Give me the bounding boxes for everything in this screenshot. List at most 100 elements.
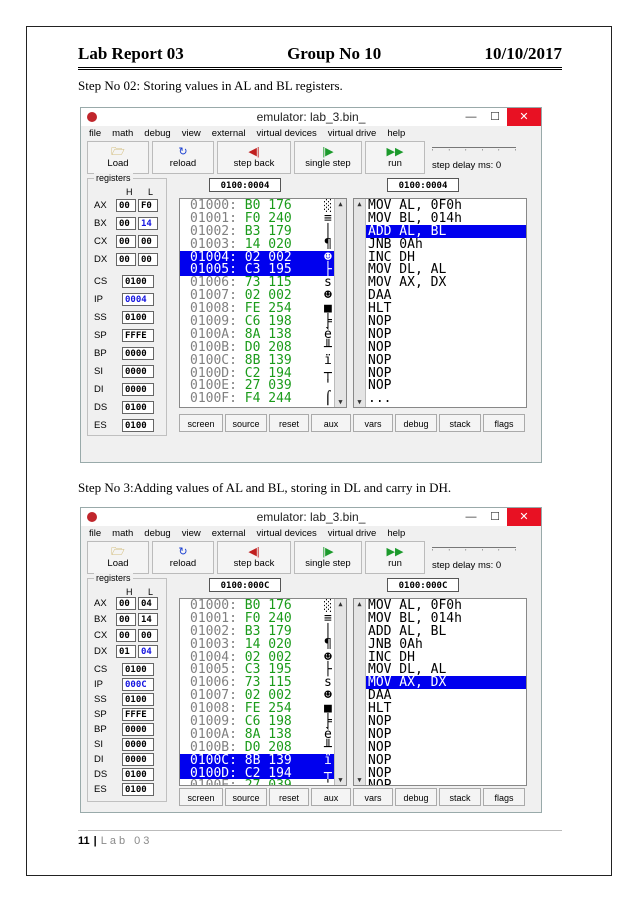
reg-ip[interactable]: 0004 <box>122 293 154 306</box>
scroll-up-icon[interactable]: ▲ <box>354 200 365 208</box>
reg-ip[interactable]: 000C <box>122 678 154 691</box>
flags-button[interactable]: flags <box>483 414 525 432</box>
menu-virtual-drive[interactable]: virtual drive <box>328 528 377 539</box>
reset-button[interactable]: reset <box>269 414 309 432</box>
reg-ax-high[interactable]: 00 <box>116 199 136 212</box>
disassembly-address-field[interactable]: 0100:0004 <box>387 178 459 192</box>
reg-es[interactable]: 0100 <box>122 783 154 796</box>
memory-address-field[interactable]: 0100:0004 <box>209 178 281 192</box>
reset-button[interactable]: reset <box>269 788 309 806</box>
disassembly-row[interactable]: NOP <box>358 315 526 328</box>
screen-button[interactable]: screen <box>179 788 223 806</box>
menu-virtual-devices[interactable]: virtual devices <box>257 128 317 139</box>
run-button[interactable]: ▶▶ run <box>365 541 425 574</box>
reg-cx-low[interactable]: 00 <box>138 235 158 248</box>
disassembly-row[interactable]: MOV BL, 014h <box>358 612 526 625</box>
reg-si[interactable]: 0000 <box>122 738 154 751</box>
vars-button[interactable]: vars <box>353 414 393 432</box>
reg-di[interactable]: 0000 <box>122 383 154 396</box>
aux-button[interactable]: aux <box>311 414 351 432</box>
memory-scrollbar[interactable]: ▲ ▼ <box>334 199 346 407</box>
reg-ax-high[interactable]: 00 <box>116 597 136 610</box>
stack-button[interactable]: stack <box>439 788 481 806</box>
memory-pane[interactable]: 01000: B0 176 ░ 01001: F0 240 ≡ 01002: B3 17… <box>179 198 347 408</box>
menu-debug[interactable]: debug <box>144 128 170 139</box>
reg-ax-low[interactable]: 04 <box>138 597 158 610</box>
stack-button[interactable]: stack <box>439 414 481 432</box>
minimize-button[interactable]: — <box>459 508 483 526</box>
disassembly-row[interactable]: JNB 0Ah <box>358 238 526 251</box>
step-delay-slider[interactable]: ' ' ' ' ' ' step delay ms: 0 <box>428 141 520 174</box>
disassembly-row[interactable]: NOP <box>358 754 526 767</box>
reg-dx-low[interactable]: 04 <box>138 645 158 658</box>
disassembly-row[interactable]: MOV AL, 0F0h <box>358 599 526 612</box>
load-button[interactable]: 🗁 Load <box>87 141 149 174</box>
aux-button[interactable]: aux <box>311 788 351 806</box>
load-button[interactable]: 🗁 Load <box>87 541 149 574</box>
menu-virtual-drive[interactable]: virtual drive <box>328 128 377 139</box>
reg-bx-high[interactable]: 00 <box>116 217 136 230</box>
scroll-down-icon[interactable]: ▼ <box>335 776 346 784</box>
disassembly-row[interactable]: ADD AL, BL <box>358 224 526 238</box>
scroll-up-icon[interactable]: ▲ <box>335 200 346 208</box>
reg-es[interactable]: 0100 <box>122 419 154 432</box>
scroll-down-icon[interactable]: ▼ <box>354 398 365 406</box>
single-step-button[interactable]: |▶ single step <box>294 141 362 174</box>
disassembly-scrollbar[interactable]: ▲ ▼ <box>354 599 366 785</box>
memory-row[interactable]: 0100E: 27 039 ' <box>180 779 346 785</box>
menu-view[interactable]: view <box>182 128 201 139</box>
menu-help[interactable]: help <box>387 128 405 139</box>
disassembly-row[interactable]: MOV BL, 014h <box>358 212 526 225</box>
disassembly-row[interactable]: NOP <box>358 354 526 367</box>
reg-ax-low[interactable]: F0 <box>138 199 158 212</box>
disassembly-row[interactable]: MOV AL, 0F0h <box>358 199 526 212</box>
menu-file[interactable]: file <box>89 528 101 539</box>
reg-di[interactable]: 0000 <box>122 753 154 766</box>
scroll-up-icon[interactable]: ▲ <box>335 600 346 608</box>
reg-cx-high[interactable]: 00 <box>116 629 136 642</box>
minimize-button[interactable]: — <box>459 108 483 126</box>
reg-cx-high[interactable]: 00 <box>116 235 136 248</box>
disassembly-address-field[interactable]: 0100:000C <box>387 578 459 592</box>
memory-address-field[interactable]: 0100:000C <box>209 578 281 592</box>
reg-ss[interactable]: 0100 <box>122 311 154 324</box>
maximize-button[interactable]: ☐ <box>483 508 507 526</box>
disassembly-row[interactable]: NOP <box>358 779 526 785</box>
single-step-button[interactable]: |▶ single step <box>294 541 362 574</box>
maximize-button[interactable]: ☐ <box>483 108 507 126</box>
step-back-button[interactable]: ◀| step back <box>217 541 291 574</box>
screen-button[interactable]: screen <box>179 414 223 432</box>
source-button[interactable]: source <box>225 414 267 432</box>
close-button[interactable]: ✕ <box>507 508 541 526</box>
reg-cx-low[interactable]: 00 <box>138 629 158 642</box>
disassembly-row[interactable]: JNB 0Ah <box>358 638 526 651</box>
reg-ss[interactable]: 0100 <box>122 693 154 706</box>
menu-external[interactable]: external <box>212 528 246 539</box>
scroll-up-icon[interactable]: ▲ <box>354 600 365 608</box>
menu-view[interactable]: view <box>182 528 201 539</box>
reg-ds[interactable]: 0100 <box>122 768 154 781</box>
reg-bp[interactable]: 0000 <box>122 723 154 736</box>
disassembly-scrollbar[interactable]: ▲ ▼ <box>354 199 366 407</box>
reg-dx-low[interactable]: 00 <box>138 253 158 266</box>
disassembly-row[interactable]: NOP <box>358 715 526 728</box>
disassembly-row[interactable]: NOP <box>358 341 526 354</box>
vars-button[interactable]: vars <box>353 788 393 806</box>
step-back-button[interactable]: ◀| step back <box>217 141 291 174</box>
reg-cs[interactable]: 0100 <box>122 663 154 676</box>
reg-sp[interactable]: FFFE <box>122 329 154 342</box>
debug-button[interactable]: debug <box>395 788 437 806</box>
disassembly-row[interactable]: NOP <box>358 728 526 741</box>
menu-file[interactable]: file <box>89 128 101 139</box>
reg-sp[interactable]: FFFE <box>122 708 154 721</box>
disassembly-row[interactable]: ADD AL, BL <box>358 625 526 638</box>
reg-bx-high[interactable]: 00 <box>116 613 136 626</box>
reg-bp[interactable]: 0000 <box>122 347 154 360</box>
menu-math[interactable]: math <box>112 528 133 539</box>
memory-row[interactable]: 0100F: F4 244 ⌠ <box>180 392 346 405</box>
reg-si[interactable]: 0000 <box>122 365 154 378</box>
disassembly-row[interactable]: ... <box>358 392 526 405</box>
disassembly-row[interactable]: NOP <box>358 328 526 341</box>
debug-button[interactable]: debug <box>395 414 437 432</box>
step-delay-slider[interactable]: ' ' ' ' ' ' step delay ms: 0 <box>428 541 520 574</box>
